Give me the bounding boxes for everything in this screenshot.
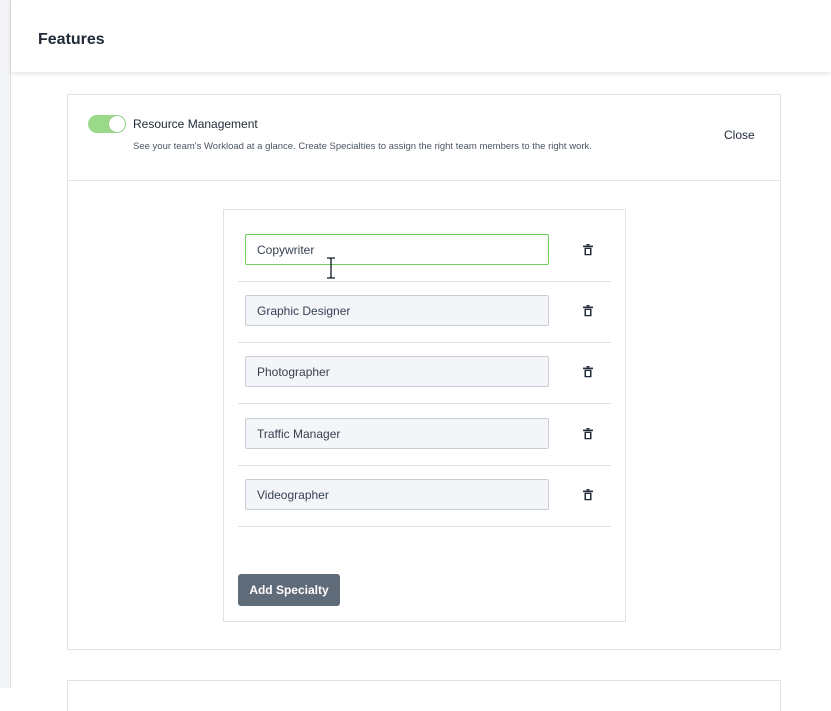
specialty-row <box>238 220 611 282</box>
feature-description: See your team's Workload at a glance. Cr… <box>133 141 592 152</box>
trash-icon[interactable] <box>583 428 593 440</box>
feature-card-resource-management: Resource Management See your team's Work… <box>67 94 781 650</box>
trash-icon[interactable] <box>583 366 593 378</box>
specialty-list-panel: Add Specialty <box>223 209 626 622</box>
specialty-input[interactable] <box>245 479 549 510</box>
specialty-input[interactable] <box>245 356 549 387</box>
specialty-input[interactable] <box>245 418 549 449</box>
next-feature-card <box>67 680 781 711</box>
feature-title: Resource Management <box>133 117 258 131</box>
toggle-knob <box>109 116 125 132</box>
main-content: Resource Management See your team's Work… <box>11 72 831 711</box>
trash-icon[interactable] <box>583 244 593 256</box>
specialty-input[interactable] <box>245 295 549 326</box>
specialty-input[interactable] <box>245 234 549 265</box>
specialty-row <box>238 281 611 343</box>
close-button[interactable]: Close <box>724 128 755 143</box>
feature-card-header: Resource Management See your team's Work… <box>68 95 780 181</box>
specialty-row <box>238 404 611 466</box>
specialty-row <box>238 342 611 404</box>
page-header: Features <box>11 0 831 72</box>
add-specialty-button[interactable]: Add Specialty <box>238 574 340 606</box>
left-sidebar-edge <box>0 0 11 688</box>
feature-toggle[interactable] <box>88 115 126 133</box>
trash-icon[interactable] <box>583 305 593 317</box>
page-title: Features <box>38 31 105 48</box>
specialty-row <box>238 465 611 527</box>
trash-icon[interactable] <box>583 489 593 501</box>
